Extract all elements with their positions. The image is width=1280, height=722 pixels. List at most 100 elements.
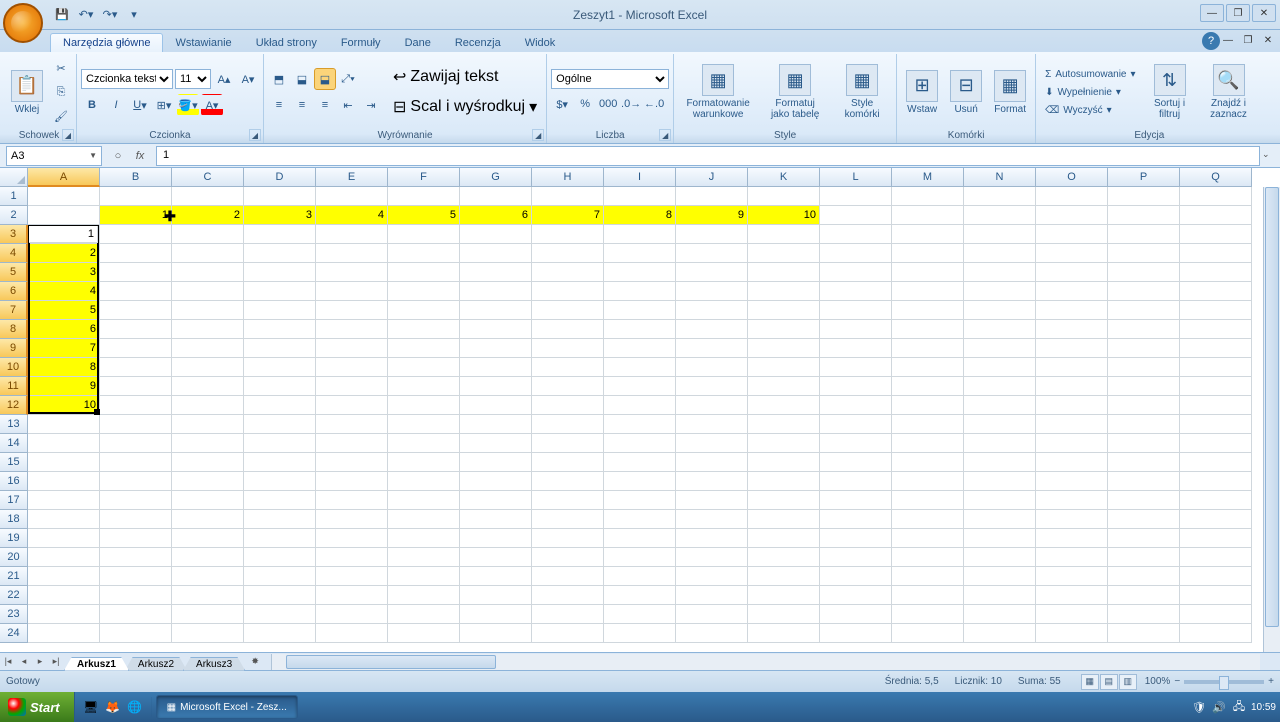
- cell-F9[interactable]: [388, 339, 460, 358]
- cell-E3[interactable]: [316, 225, 388, 244]
- cell-F14[interactable]: [388, 434, 460, 453]
- cell-A15[interactable]: [28, 453, 100, 472]
- cell-H22[interactable]: [532, 586, 604, 605]
- cell-B1[interactable]: [100, 187, 172, 206]
- cell-H23[interactable]: [532, 605, 604, 624]
- cell-D21[interactable]: [244, 567, 316, 586]
- tab-home[interactable]: Narzędzia główne: [50, 33, 163, 52]
- formula-input[interactable]: 1: [156, 146, 1260, 166]
- tab-page-layout[interactable]: Układ strony: [244, 34, 329, 52]
- cell-O4[interactable]: [1036, 244, 1108, 263]
- cell-L22[interactable]: [820, 586, 892, 605]
- cell-Q10[interactable]: [1180, 358, 1252, 377]
- col-header-C[interactable]: C: [172, 168, 244, 187]
- cell-K8[interactable]: [748, 320, 820, 339]
- cell-G22[interactable]: [460, 586, 532, 605]
- cell-M1[interactable]: [892, 187, 964, 206]
- cell-B19[interactable]: [100, 529, 172, 548]
- cell-D15[interactable]: [244, 453, 316, 472]
- cell-M6[interactable]: [892, 282, 964, 301]
- cell-D20[interactable]: [244, 548, 316, 567]
- wrap-text-button[interactable]: ↩Zawijaj tekst: [388, 64, 542, 90]
- cell-A3[interactable]: 1: [28, 225, 100, 244]
- cell-K12[interactable]: [748, 396, 820, 415]
- cell-C16[interactable]: [172, 472, 244, 491]
- cell-N12[interactable]: [964, 396, 1036, 415]
- tray-shield-icon[interactable]: 🛡: [1191, 699, 1207, 715]
- row-header-3[interactable]: 3: [0, 225, 28, 244]
- cell-C23[interactable]: [172, 605, 244, 624]
- row-header-1[interactable]: 1: [0, 187, 28, 206]
- cell-B4[interactable]: [100, 244, 172, 263]
- cell-I22[interactable]: [604, 586, 676, 605]
- cell-N3[interactable]: [964, 225, 1036, 244]
- cell-N14[interactable]: [964, 434, 1036, 453]
- cell-I24[interactable]: [604, 624, 676, 643]
- cell-K16[interactable]: [748, 472, 820, 491]
- cell-K3[interactable]: [748, 225, 820, 244]
- cell-F16[interactable]: [388, 472, 460, 491]
- cell-L15[interactable]: [820, 453, 892, 472]
- cell-F8[interactable]: [388, 320, 460, 339]
- cell-I21[interactable]: [604, 567, 676, 586]
- cell-G17[interactable]: [460, 491, 532, 510]
- cell-H5[interactable]: [532, 263, 604, 282]
- cell-A6[interactable]: 4: [28, 282, 100, 301]
- cell-Q12[interactable]: [1180, 396, 1252, 415]
- cell-B23[interactable]: [100, 605, 172, 624]
- find-select-button[interactable]: 🔍Znajdź i zaznacz: [1199, 61, 1259, 123]
- cell-K20[interactable]: [748, 548, 820, 567]
- cell-N10[interactable]: [964, 358, 1036, 377]
- cell-L8[interactable]: [820, 320, 892, 339]
- cell-Q1[interactable]: [1180, 187, 1252, 206]
- cancel-formula-icon[interactable]: ○: [108, 147, 128, 165]
- cell-P6[interactable]: [1108, 282, 1180, 301]
- cell-G12[interactable]: [460, 396, 532, 415]
- cell-H24[interactable]: [532, 624, 604, 643]
- cell-P8[interactable]: [1108, 320, 1180, 339]
- col-header-I[interactable]: I: [604, 168, 676, 187]
- row-header-5[interactable]: 5: [0, 263, 28, 282]
- cell-P3[interactable]: [1108, 225, 1180, 244]
- cell-L9[interactable]: [820, 339, 892, 358]
- cell-C4[interactable]: [172, 244, 244, 263]
- cell-K17[interactable]: [748, 491, 820, 510]
- cell-H18[interactable]: [532, 510, 604, 529]
- cell-C24[interactable]: [172, 624, 244, 643]
- cell-N2[interactable]: [964, 206, 1036, 225]
- cell-B15[interactable]: [100, 453, 172, 472]
- tab-formulas[interactable]: Formuły: [329, 34, 393, 52]
- cell-D17[interactable]: [244, 491, 316, 510]
- cell-P5[interactable]: [1108, 263, 1180, 282]
- cell-N20[interactable]: [964, 548, 1036, 567]
- cell-D24[interactable]: [244, 624, 316, 643]
- sheet-nav-first-icon[interactable]: |◂: [0, 654, 16, 670]
- align-top-icon[interactable]: ⬒: [268, 68, 290, 90]
- cell-M23[interactable]: [892, 605, 964, 624]
- comma-icon[interactable]: 000: [597, 93, 619, 115]
- cell-J19[interactable]: [676, 529, 748, 548]
- align-left-icon[interactable]: ≡: [268, 94, 290, 116]
- cell-C9[interactable]: [172, 339, 244, 358]
- cell-H7[interactable]: [532, 301, 604, 320]
- cell-G16[interactable]: [460, 472, 532, 491]
- increase-font-icon[interactable]: A▴: [213, 68, 235, 90]
- cell-M4[interactable]: [892, 244, 964, 263]
- cell-G8[interactable]: [460, 320, 532, 339]
- cell-J11[interactable]: [676, 377, 748, 396]
- cell-A5[interactable]: 3: [28, 263, 100, 282]
- row-header-14[interactable]: 14: [0, 434, 28, 453]
- cell-P16[interactable]: [1108, 472, 1180, 491]
- cell-J21[interactable]: [676, 567, 748, 586]
- cell-B17[interactable]: [100, 491, 172, 510]
- cell-O23[interactable]: [1036, 605, 1108, 624]
- cell-A14[interactable]: [28, 434, 100, 453]
- cell-M9[interactable]: [892, 339, 964, 358]
- cell-B20[interactable]: [100, 548, 172, 567]
- cell-O2[interactable]: [1036, 206, 1108, 225]
- minimize-button[interactable]: —: [1200, 4, 1224, 22]
- cell-N17[interactable]: [964, 491, 1036, 510]
- cell-L17[interactable]: [820, 491, 892, 510]
- cell-J20[interactable]: [676, 548, 748, 567]
- row-header-4[interactable]: 4: [0, 244, 28, 263]
